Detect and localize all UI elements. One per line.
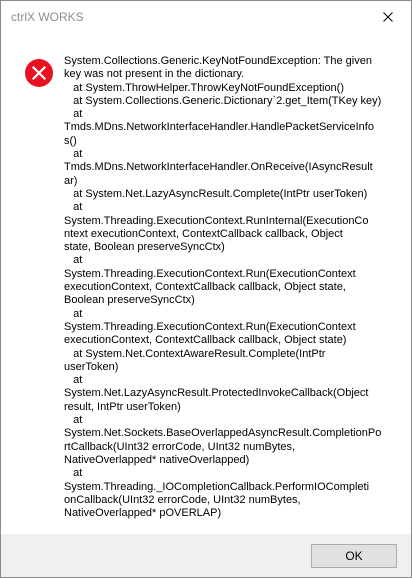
message-line: System.Threading.ExecutionContext.Run(Ex… bbox=[64, 267, 356, 280]
message-line: result, IntPtr userToken) bbox=[64, 400, 181, 413]
message-line: key was not present in the dictionary. bbox=[64, 68, 245, 81]
message-line: at bbox=[64, 254, 83, 267]
message-line: at bbox=[64, 148, 83, 161]
message-line: System.Threading.ExecutionContext.Run(Ex… bbox=[64, 320, 356, 333]
message-line: at bbox=[64, 414, 83, 427]
window-title: ctrlX WORKS bbox=[11, 10, 84, 24]
message-line: System.Collections.Generic.KeyNotFoundEx… bbox=[64, 55, 372, 67]
error-message: System.Collections.Generic.KeyNotFoundEx… bbox=[64, 55, 391, 520]
message-line: s() bbox=[64, 134, 77, 147]
message-line: at bbox=[64, 201, 83, 214]
message-line: at bbox=[64, 108, 83, 121]
message-line: at bbox=[64, 307, 83, 320]
close-icon bbox=[383, 12, 393, 22]
ok-button[interactable]: OK bbox=[311, 544, 397, 568]
message-line: at bbox=[64, 467, 83, 480]
message-line: executionContext, ContextCallback callba… bbox=[64, 334, 347, 347]
message-line: System.Net.Sockets.BaseOverlappedAsyncRe… bbox=[64, 427, 382, 440]
message-line: NativeOverlapped* nativeOverlapped) bbox=[64, 453, 250, 466]
message-line: rtCallback(UInt32 errorCode, UInt32 numB… bbox=[64, 440, 296, 453]
message-line: at System.ThrowHelper.ThrowKeyNotFoundEx… bbox=[64, 81, 345, 94]
message-line: userToken) bbox=[64, 360, 119, 373]
message-line: ntext executionContext, ContextCallback … bbox=[64, 227, 343, 240]
button-bar: OK bbox=[1, 534, 411, 577]
message-line: System.Threading._IOCompletionCallback.P… bbox=[64, 480, 370, 493]
message-line: at System.Net.LazyAsyncResult.Complete(I… bbox=[64, 187, 368, 200]
message-line: Tmds.MDns.NetworkInterfaceHandler.OnRece… bbox=[64, 161, 373, 174]
error-icon bbox=[25, 59, 53, 87]
title-bar: ctrlX WORKS bbox=[1, 1, 411, 33]
error-dialog: ctrlX WORKS System.Collections.Generic.K… bbox=[0, 0, 412, 578]
message-line: executionContext, ContextCallback callba… bbox=[64, 281, 346, 294]
message-line: onCallback(UInt32 errorCode, UInt32 numB… bbox=[64, 493, 301, 506]
message-line: System.Net.LazyAsyncResult.ProtectedInvo… bbox=[64, 387, 369, 400]
message-line: System.Threading.ExecutionContext.RunInt… bbox=[64, 214, 369, 227]
message-line: at System.Collections.Generic.Dictionary… bbox=[64, 94, 382, 107]
message-line: state, Boolean preserveSyncCtx) bbox=[64, 241, 225, 254]
message-line: Boolean preserveSyncCtx) bbox=[64, 294, 195, 307]
message-line: ar) bbox=[64, 174, 78, 187]
message-line: Tmds.MDns.NetworkInterfaceHandler.Handle… bbox=[64, 121, 374, 134]
message-line: at System.Net.ContextAwareResult.Complet… bbox=[64, 347, 326, 360]
message-line: at bbox=[64, 374, 83, 387]
message-line: NativeOverlapped* pOVERLAP) bbox=[64, 507, 222, 520]
close-button[interactable] bbox=[365, 1, 411, 33]
